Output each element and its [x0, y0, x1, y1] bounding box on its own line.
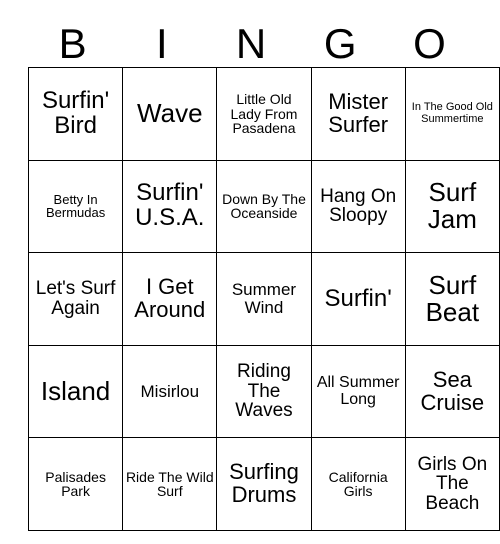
- bingo-cell[interactable]: Girls On The Beach: [404, 437, 500, 531]
- bingo-row: Surfin' Bird Wave Little Old Lady From P…: [27, 67, 500, 161]
- bingo-cell[interactable]: Hang On Sloopy: [310, 159, 406, 254]
- bingo-cell[interactable]: Misirlou: [122, 344, 218, 439]
- bingo-cell[interactable]: Wave: [122, 67, 218, 161]
- bingo-grid: Surfin' Bird Wave Little Old Lady From P…: [27, 67, 500, 531]
- bingo-header-row: B I N G O: [28, 12, 474, 67]
- bingo-header-letter-g: G: [323, 20, 357, 67]
- bingo-cell[interactable]: Surfin': [310, 252, 406, 346]
- bingo-cell[interactable]: California Girls: [310, 437, 406, 531]
- bingo-cell[interactable]: Palisades Park: [27, 437, 124, 531]
- bingo-cell[interactable]: Surf Beat: [404, 252, 500, 346]
- bingo-cell[interactable]: Riding The Waves: [216, 344, 312, 439]
- bingo-cell[interactable]: Little Old Lady From Pasadena: [216, 67, 312, 161]
- bingo-row: Betty In Bermudas Surfin' U.S.A. Down By…: [27, 159, 500, 254]
- bingo-row: Island Misirlou Riding The Waves All Sum…: [27, 344, 500, 439]
- bingo-header-letter-b: B: [58, 20, 87, 67]
- bingo-cell[interactable]: Mister Surfer: [310, 67, 406, 161]
- bingo-cell[interactable]: In The Good Old Summertime: [404, 67, 500, 161]
- bingo-header-letter-o: O: [413, 20, 446, 67]
- bingo-row: Palisades Park Ride The Wild Surf Surfin…: [27, 437, 500, 531]
- bingo-cell[interactable]: Down By The Oceanside: [216, 159, 312, 254]
- bingo-cell[interactable]: Surfing Drums: [216, 437, 312, 531]
- bingo-card: B I N G O Surfin' Bird Wave Little Old L…: [27, 12, 500, 531]
- bingo-header-letter-n: N: [235, 20, 267, 67]
- bingo-cell[interactable]: All Summer Long: [310, 344, 406, 439]
- bingo-row: Let's Surf Again I Get Around Summer Win…: [27, 252, 500, 346]
- bingo-cell[interactable]: I Get Around: [122, 252, 218, 346]
- bingo-cell[interactable]: Betty In Bermudas: [27, 159, 124, 254]
- bingo-cell[interactable]: Island: [27, 344, 124, 439]
- bingo-cell[interactable]: Let's Surf Again: [27, 252, 124, 346]
- bingo-cell[interactable]: Surf Jam: [404, 159, 500, 254]
- bingo-cell[interactable]: Surfin' Bird: [27, 67, 124, 161]
- bingo-cell[interactable]: Summer Wind: [216, 252, 312, 346]
- bingo-cell[interactable]: Sea Cruise: [404, 344, 500, 439]
- bingo-cell[interactable]: Ride The Wild Surf: [122, 437, 218, 531]
- bingo-cell[interactable]: Surfin' U.S.A.: [122, 159, 218, 254]
- bingo-header-letter-i: I: [155, 20, 168, 67]
